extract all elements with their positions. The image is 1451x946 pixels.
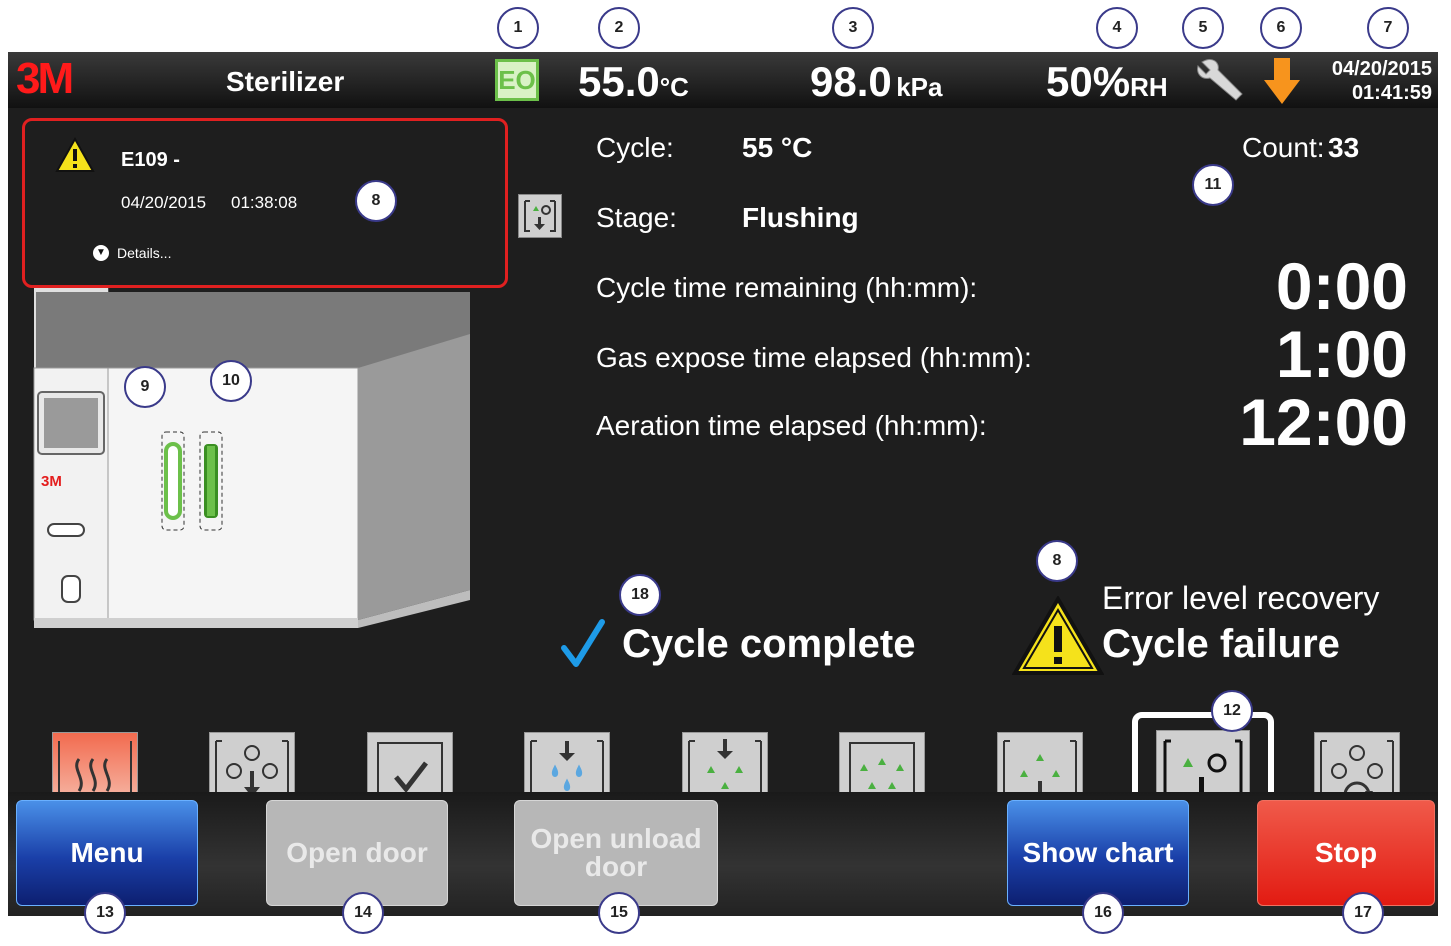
cycle-failure-text: Cycle failure: [1102, 622, 1340, 666]
alarm-time: 01:38:08: [231, 193, 298, 212]
count-label: Count:: [1242, 132, 1325, 163]
aeration-label: Aeration time elapsed (hh:mm):: [596, 410, 987, 441]
callout-8-error: 8: [1036, 540, 1078, 582]
open-unload-door-button[interactable]: Open unload door: [514, 800, 718, 906]
3m-logo: 3M: [16, 54, 74, 103]
svg-text:3M: 3M: [41, 473, 62, 490]
header-date: 04/20/2015: [1331, 58, 1432, 80]
sterilizer-screen: 3M Sterilizer EO 55.0°C 98.0 kPa 50%RH 0…: [8, 52, 1438, 916]
wrench-icon[interactable]: [1196, 58, 1248, 102]
button-bar: Menu Open door Open unload door Show cha…: [8, 792, 1438, 916]
details-link[interactable]: ▼ Details...: [93, 245, 171, 261]
callout-15: 15: [598, 892, 640, 934]
stage-value: Flushing: [742, 202, 859, 233]
app-title: Sterilizer: [226, 66, 345, 97]
callout-5: 5: [1182, 7, 1224, 49]
checkmark-icon: [560, 618, 606, 668]
menu-button[interactable]: Menu: [16, 800, 198, 906]
temperature-value: 55.0: [578, 58, 660, 105]
current-stage-thumbnail-icon[interactable]: [518, 194, 562, 238]
eo-gas-badge: EO: [495, 59, 539, 101]
alarm-code: E109 -: [121, 149, 180, 171]
remaining-value: 0:00: [1275, 249, 1408, 323]
warning-triangle-icon: [1011, 595, 1105, 676]
humidity-value: 50%: [1046, 58, 1131, 105]
temperature-readout: 55.0°C: [578, 58, 689, 106]
status-bar: 3M Sterilizer EO 55.0°C 98.0 kPa 50%RH 0…: [8, 52, 1438, 108]
orange-down-arrow-icon: [1264, 58, 1300, 104]
callout-13: 13: [84, 892, 126, 934]
gas-expose-value: 1:00: [1275, 317, 1408, 391]
callout-6: 6: [1260, 7, 1302, 49]
alarm-date: 04/20/2015: [121, 193, 207, 212]
pressure-readout: 98.0 kPa: [810, 58, 942, 106]
gas-expose-label: Gas expose time elapsed (hh:mm):: [596, 342, 1032, 373]
cycle-value: 55 °C: [742, 132, 813, 163]
header-time: 01:41:59: [1351, 82, 1432, 104]
main-content: 3M E109 - 04/20/2015 01:38:08 ▼ Details.…: [8, 108, 1438, 840]
show-chart-button[interactable]: Show chart: [1007, 800, 1189, 906]
stop-button[interactable]: Stop: [1257, 800, 1435, 906]
callout-14: 14: [342, 892, 384, 934]
callout-2: 2: [598, 7, 640, 49]
callout-3: 3: [832, 7, 874, 49]
callout-8-alarm: 8: [355, 180, 397, 222]
humidity-readout: 50%RH: [1046, 58, 1168, 106]
cycle-complete-text: Cycle complete: [622, 622, 916, 666]
cycle-label: Cycle:: [596, 132, 674, 163]
callout-17: 17: [1342, 892, 1384, 934]
humidity-unit: RH: [1130, 72, 1168, 102]
alarm-panel[interactable]: E109 - 04/20/2015 01:38:08 ▼ Details...: [22, 118, 508, 288]
details-label: Details...: [117, 245, 172, 261]
temperature-unit: °C: [659, 72, 689, 102]
callout-10: 10: [210, 360, 252, 402]
callout-1: 1: [497, 7, 539, 49]
callout-9: 9: [124, 366, 166, 408]
warning-icon: [55, 136, 95, 173]
remaining-label: Cycle time remaining (hh:mm):: [596, 272, 978, 303]
callout-4: 4: [1096, 7, 1138, 49]
count-value: 33: [1328, 132, 1360, 163]
pressure-unit: kPa: [896, 72, 943, 102]
chevron-down-icon: ▼: [93, 245, 109, 261]
pressure-value: 98.0: [810, 58, 892, 105]
callout-16: 16: [1082, 892, 1124, 934]
callout-12: 12: [1211, 690, 1253, 732]
callout-7: 7: [1367, 7, 1409, 49]
aeration-value: 12:00: [1239, 385, 1408, 459]
callout-11: 11: [1192, 164, 1234, 206]
stage-label: Stage:: [596, 202, 677, 233]
callout-18: 18: [619, 574, 661, 616]
error-level-text: Error level recovery: [1102, 580, 1380, 616]
open-door-button[interactable]: Open door: [266, 800, 448, 906]
